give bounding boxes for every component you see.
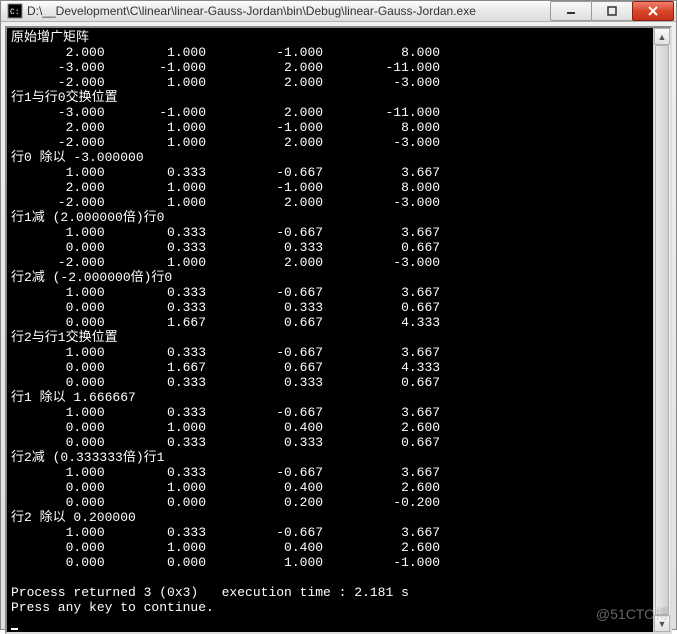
minimize-button[interactable] [550,1,592,21]
close-icon [648,6,658,16]
title-bar[interactable]: C: D:\__Development\C\linear\linear-Gaus… [1,1,676,22]
maximize-button[interactable] [591,1,633,21]
maximize-icon [607,6,617,16]
vertical-scrollbar[interactable]: ▲ ▼ [653,28,670,632]
app-icon: C: [7,3,23,19]
minimize-icon [566,6,576,16]
scroll-down-button[interactable]: ▼ [654,615,670,632]
console-container: 原始增广矩阵 2.000 1.000 -1.000 8.000 -3.000 -… [5,26,672,634]
window-controls [551,1,674,21]
scrollbar-track[interactable] [654,45,670,615]
main-window: C: D:\__Development\C\linear\linear-Gaus… [0,0,677,630]
close-button[interactable] [632,1,674,21]
scroll-up-button[interactable]: ▲ [654,28,670,45]
window-title: D:\__Development\C\linear\linear-Gauss-J… [27,4,551,18]
console-output: 原始增广矩阵 2.000 1.000 -1.000 8.000 -3.000 -… [7,28,653,632]
chevron-up-icon: ▲ [658,32,667,42]
chevron-down-icon: ▼ [658,619,667,629]
scrollbar-thumb[interactable] [655,45,669,615]
svg-text:C:: C: [10,8,20,17]
